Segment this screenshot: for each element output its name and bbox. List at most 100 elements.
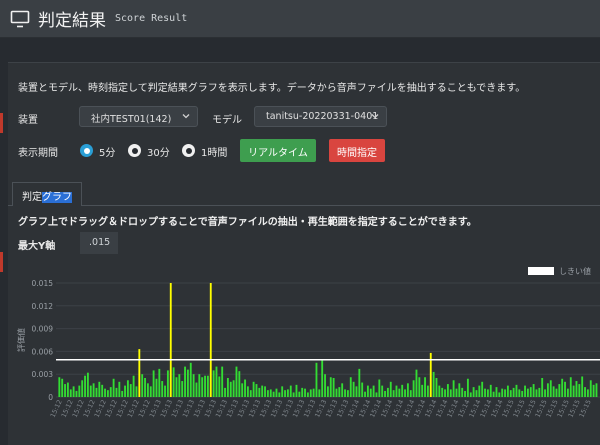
bar — [144, 378, 146, 397]
bar — [126, 380, 129, 397]
bar — [106, 390, 109, 397]
bar — [524, 385, 526, 397]
bar — [175, 377, 178, 397]
bar — [464, 390, 466, 397]
description-text: 装置とモデル、時刻指定して判定結果グラフを表示します。データから音声ファイルを抽… — [18, 83, 526, 94]
bar — [172, 367, 175, 397]
bar — [169, 283, 172, 397]
bar — [444, 389, 446, 397]
y-tick-label: 0.003 — [32, 370, 54, 379]
bar — [384, 390, 386, 397]
bar — [238, 371, 241, 397]
bar — [166, 370, 169, 397]
bar — [326, 386, 329, 397]
bar — [578, 384, 581, 397]
bar — [432, 371, 435, 397]
bar — [526, 388, 529, 397]
bar — [509, 390, 512, 397]
ymax-label: 最大Y軸 — [18, 241, 56, 252]
bar — [535, 389, 538, 397]
bar — [141, 374, 144, 397]
period-radio-1hour[interactable] — [182, 144, 195, 157]
bar — [186, 369, 189, 397]
bar — [552, 386, 555, 397]
realtime-button[interactable]: リアルタイム — [240, 139, 316, 162]
bar — [541, 378, 544, 397]
score-chart[interactable]: 0.0150.0120.0090.0060.0030評価値しきい値15:1215… — [8, 265, 600, 445]
bar — [309, 389, 312, 397]
bar — [246, 386, 249, 397]
period-radio-30min[interactable] — [128, 144, 141, 157]
bar — [438, 385, 441, 397]
bar — [301, 387, 304, 397]
bar — [538, 387, 541, 397]
bar — [446, 384, 449, 397]
y-tick-label: 0.006 — [32, 347, 54, 356]
bar — [564, 381, 566, 397]
period-radio-5min[interactable] — [80, 144, 93, 157]
bar — [192, 374, 195, 397]
device-label: 装置 — [18, 115, 38, 126]
y-tick-label: 0.009 — [32, 325, 54, 334]
bar — [306, 392, 309, 397]
bar — [252, 381, 255, 397]
side-marker — [0, 113, 3, 133]
bar — [78, 385, 81, 397]
y-tick-label: 0 — [48, 393, 53, 402]
bar — [529, 387, 532, 397]
bar — [595, 383, 598, 397]
bar — [229, 381, 232, 397]
bar — [501, 388, 504, 397]
title-bar: 判定結果 Score Result — [0, 0, 600, 38]
bar — [575, 381, 578, 397]
bar — [455, 388, 458, 397]
bar — [481, 381, 484, 397]
bar — [249, 390, 252, 397]
bar — [158, 368, 161, 397]
period-option-30min: 30分 — [147, 148, 170, 159]
bar — [292, 392, 295, 397]
bar — [469, 392, 472, 397]
bar — [532, 384, 535, 397]
bar — [372, 385, 375, 397]
bar — [364, 391, 366, 397]
bar — [441, 387, 444, 397]
bar — [498, 392, 501, 397]
bar — [475, 390, 478, 397]
bar — [398, 388, 401, 397]
bar — [152, 370, 155, 397]
page-title: 判定結果 — [38, 11, 106, 31]
ymax-input[interactable]: .015 — [80, 232, 118, 254]
bar — [546, 383, 549, 397]
period-label: 表示期間 — [18, 148, 58, 159]
model-select-value: tanitsu-20220331-0401 — [266, 111, 379, 122]
bar — [198, 374, 201, 397]
bar — [386, 387, 389, 397]
model-select[interactable]: tanitsu-20220331-0401 — [254, 106, 387, 127]
legend-label: しきい値 — [559, 266, 591, 276]
bar — [161, 381, 164, 397]
bar — [121, 390, 124, 397]
bar — [149, 386, 152, 397]
bar — [409, 390, 412, 397]
bar — [258, 387, 261, 397]
bar — [335, 388, 338, 397]
bar — [329, 377, 332, 397]
tab-score-graph[interactable]: 判定グラフ — [12, 182, 82, 206]
bar — [146, 383, 149, 397]
bar — [61, 378, 64, 397]
time-range-button[interactable]: 時間指定 — [329, 139, 385, 162]
bar — [592, 384, 595, 397]
bar — [375, 392, 378, 397]
bar — [86, 372, 89, 397]
bar — [232, 380, 235, 397]
bar — [378, 379, 381, 397]
bar — [512, 387, 515, 397]
bar — [264, 386, 266, 397]
model-label: モデル — [212, 115, 242, 126]
bar — [244, 379, 246, 397]
bar — [492, 391, 495, 397]
bar — [361, 382, 364, 397]
bar — [275, 388, 278, 397]
device-select[interactable]: 社内TEST01(142) — [79, 106, 198, 127]
